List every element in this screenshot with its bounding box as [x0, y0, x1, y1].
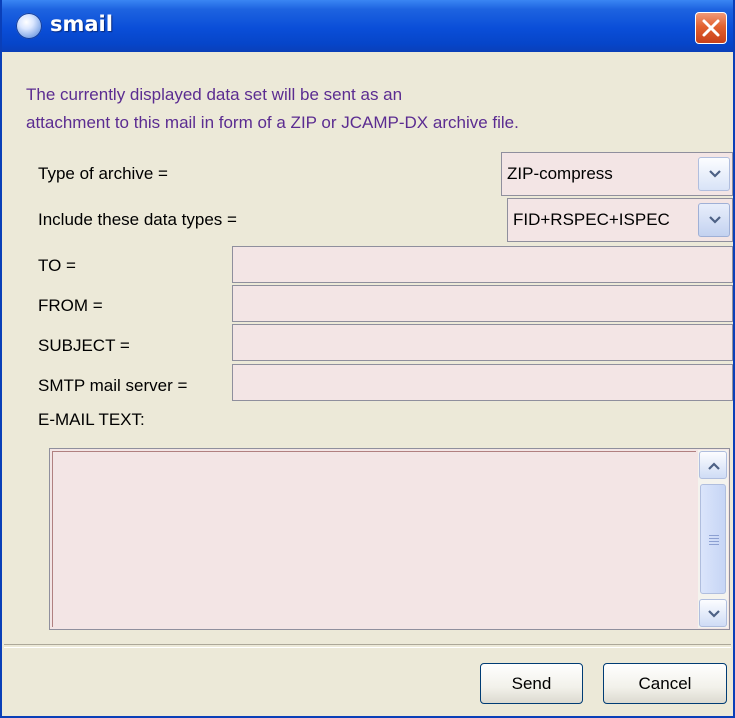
button-separator: [4, 644, 731, 648]
scroll-thumb[interactable]: [700, 484, 726, 594]
description-line-2: attachment to this mail in form of a ZIP…: [26, 113, 519, 132]
data-types-label: Include these data types =: [38, 210, 237, 229]
email-text-area[interactable]: [52, 451, 696, 627]
chevron-up-icon: [708, 462, 720, 470]
archive-type-label: Type of archive =: [38, 164, 168, 183]
data-types-select[interactable]: FID+RSPEC+ISPEC: [507, 198, 733, 242]
archive-type-select[interactable]: ZIP-compress: [501, 152, 733, 196]
chevron-down-icon: [709, 170, 721, 178]
email-text-label: E-MAIL TEXT:: [38, 410, 145, 429]
subject-label: SUBJECT =: [38, 336, 130, 355]
smtp-server-field[interactable]: [232, 364, 733, 401]
window-title: smail: [50, 12, 113, 36]
cancel-button-label: Cancel: [638, 674, 692, 693]
to-field[interactable]: [232, 246, 733, 283]
grip-line: [709, 535, 719, 536]
scroll-up-button[interactable]: [699, 451, 727, 479]
data-types-dropdown-button[interactable]: [698, 203, 730, 237]
send-button[interactable]: Send: [480, 663, 583, 704]
globe-icon: [16, 13, 42, 39]
smail-dialog: smail The currently displayed data set w…: [0, 0, 735, 718]
description: The currently displayed data set will be…: [26, 81, 726, 137]
archive-type-value: ZIP-compress: [507, 164, 613, 183]
scroll-down-button[interactable]: [699, 599, 727, 627]
from-field[interactable]: [232, 285, 733, 322]
archive-type-dropdown-button[interactable]: [698, 157, 730, 191]
data-types-value: FID+RSPEC+ISPEC: [513, 210, 670, 229]
grip-line: [709, 541, 719, 542]
subject-field[interactable]: [232, 324, 733, 361]
chevron-down-icon: [708, 610, 720, 618]
send-button-label: Send: [511, 674, 552, 693]
grip-line: [709, 544, 719, 545]
to-label: TO =: [38, 256, 76, 275]
grip-line: [709, 538, 719, 539]
close-icon: [702, 19, 720, 37]
email-text-area-container: [49, 448, 730, 630]
from-label: FROM =: [38, 296, 103, 315]
description-line-1: The currently displayed data set will be…: [26, 85, 403, 104]
vertical-scrollbar[interactable]: [698, 450, 728, 628]
cancel-button[interactable]: Cancel: [603, 663, 727, 704]
title-bar[interactable]: smail: [2, 0, 733, 52]
close-button[interactable]: [695, 12, 727, 44]
chevron-down-icon: [709, 216, 721, 224]
smtp-server-label: SMTP mail server =: [38, 376, 188, 395]
